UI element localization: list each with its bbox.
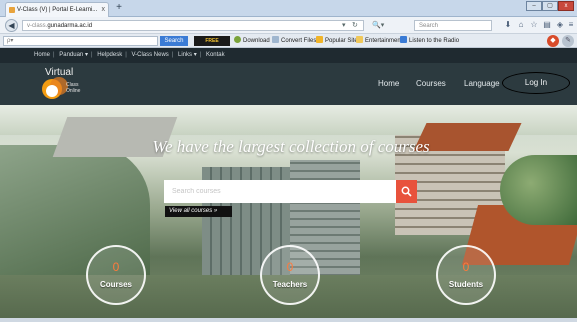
radio-play-icon [400,36,407,43]
search-icon [401,186,412,197]
search-engine-icon[interactable]: 🔍▾ [372,20,384,31]
view-all-courses-link[interactable]: View all courses » [165,206,232,217]
toolbar-popular-sites[interactable]: Popular Sites [316,36,361,46]
site-favicon-icon [9,7,15,13]
logo-sub-online: Online [66,88,81,94]
back-arrow-icon[interactable]: ◀ [5,19,18,32]
tab-title: V-Class (V) | Portal E-Learni... [17,7,98,13]
close-window-button[interactable]: x [558,1,574,11]
menu-icon[interactable]: ≡ [566,20,576,30]
toolbar-radio-label: Listen to the Radio [409,38,460,44]
toolbar-search-button[interactable]: Search [160,36,188,46]
toolbar-radio[interactable]: Listen to the Radio [400,36,459,46]
browser-toolbar: ρ▾ Search FREE CONVERTER Download Conver… [0,34,577,54]
pocket-icon[interactable]: ◈ [555,20,565,30]
star-folder-icon [316,36,323,43]
download-circle-icon [234,36,241,43]
home-icon[interactable]: ⌂ [516,20,526,30]
url-prefix: v-class. [27,23,48,29]
toolbar-convert-label: Convert Files [281,38,317,44]
window-controls: – ▢ x [526,1,574,11]
hero-title: We have the largest collection of course… [152,137,430,156]
trees-right [500,155,577,225]
reload-icon[interactable]: ↻ [352,20,358,31]
download-icon[interactable]: ⬇ [503,20,513,30]
toolbar-entertainment-label: Entertainment [365,38,403,44]
toolbar-tools-icon[interactable]: ✎ [562,35,574,47]
site-header: Virtual Class Online Home Courses Languag… [0,63,577,105]
dropdown-arrow-icon[interactable]: ▾ [342,20,346,31]
top-link-kontak[interactable]: Kontak [206,52,225,58]
browser-window: V-Class (V) | Portal E-Learni... x + – ▢… [0,0,577,322]
url-domain: gunadarma.ac.id [47,23,93,29]
stat-teachers-value: 0 [286,260,294,274]
course-search-form [164,180,417,203]
logo-circle-icon [46,85,58,97]
bookmarks-icon[interactable]: ▤ [542,20,552,30]
folder-icon [356,36,363,43]
nav-home[interactable]: Home [378,77,399,91]
top-link-panduan[interactable]: Panduan ▾ [59,52,88,58]
top-link-links[interactable]: Links ▾ [178,52,197,58]
toolbar-entertainment[interactable]: Entertainment [356,36,402,46]
browser-nav-bar: ◀ v-class.gunadarma.ac.id ▾ ↻ 🔍▾ Search … [0,17,577,34]
new-tab-button[interactable]: + [113,2,125,14]
stat-students: 0 Students [436,245,496,305]
hero-banner: We have the largest collection of course… [0,105,577,322]
bookmark-star-icon[interactable]: ☆ [529,20,539,30]
stat-teachers-label: Teachers [272,280,308,289]
nav-courses[interactable]: Courses [416,77,446,91]
browser-tab[interactable]: V-Class (V) | Portal E-Learni... x [5,2,109,17]
toolbar-search-input[interactable]: ρ▾ [3,36,158,46]
top-link-home[interactable]: Home [34,52,50,58]
course-search-button[interactable] [396,180,417,203]
stat-students-label: Students [448,280,484,289]
browser-search-box[interactable]: Search [414,20,492,31]
toolbar-download-label: Download [243,38,270,44]
toolbar-download[interactable]: Download [234,36,270,46]
stat-courses: 0 Courses [86,245,146,305]
stat-teachers: 0 Teachers [260,245,320,305]
convert-icon [272,36,279,43]
toolbar-convert-files[interactable]: Convert Files [272,36,316,46]
stat-courses-value: 0 [112,260,120,274]
nav-language[interactable]: Language [464,77,500,91]
course-search-input[interactable] [164,180,396,203]
address-bar[interactable]: v-class.gunadarma.ac.id [22,20,364,31]
browser-tab-bar: V-Class (V) | Portal E-Learni... x + – ▢… [0,0,577,17]
maximize-button[interactable]: ▢ [542,1,558,11]
top-link-vclass-news[interactable]: V-Class News [131,52,168,58]
stat-students-value: 0 [462,260,470,274]
site-top-bar: Home | Panduan ▾ | Helpdesk | V-Class News |… [0,48,577,63]
browser-search-placeholder: Search [419,23,439,29]
top-links: Home | Panduan ▾ | Helpdesk | V-Class News |… [34,52,225,58]
addon-icon[interactable]: ◆ [547,35,559,47]
login-button[interactable]: Log In [502,72,570,94]
site-logo[interactable]: Virtual Class Online [36,67,96,103]
minimize-button[interactable]: – [526,1,542,11]
top-link-helpdesk[interactable]: Helpdesk [97,52,122,58]
stat-courses-label: Courses [99,280,132,289]
free-converter-logo[interactable]: FREE CONVERTER [194,36,230,54]
logo-subtitle: Class Online [66,82,80,94]
tab-close-icon[interactable]: x [102,3,106,17]
window-bottom-edge [0,318,577,322]
